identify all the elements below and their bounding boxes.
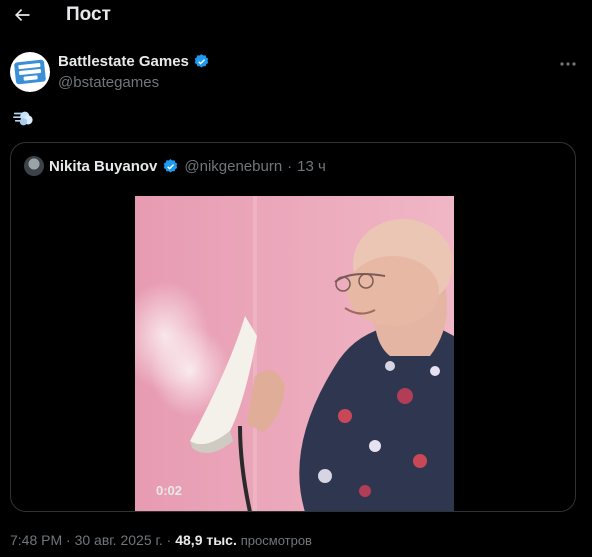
author-handle[interactable]: @bstategames: [58, 74, 159, 91]
arrow-left-icon: [15, 9, 30, 21]
post-meta: 7:48 PM · 30 авг. 2025 г. · 48,9 тыс. пр…: [10, 532, 312, 548]
more-horizontal-icon: [560, 62, 576, 66]
author-name-text: Battlestate Games: [58, 53, 189, 70]
video-thumbnail: [135, 196, 454, 511]
separator: ·: [166, 532, 172, 548]
battlestate-logo: [13, 59, 47, 85]
video-duration: 0:02: [156, 483, 183, 498]
verified-badge-icon: [194, 54, 209, 68]
quoted-author-handle: @nikgeneburn: [184, 157, 283, 175]
video-player[interactable]: 0:02: [135, 196, 454, 511]
views-count[interactable]: 48,9 тыс.: [175, 532, 237, 548]
more-options-button[interactable]: [556, 54, 580, 74]
author-name[interactable]: Battlestate Games: [58, 53, 210, 70]
quoted-author-name: Nikita Buyanov: [49, 157, 158, 175]
page-title: Пост: [66, 4, 111, 25]
verified-badge-icon: [164, 158, 178, 173]
views-label: просмотров: [240, 533, 312, 548]
quoted-author-avatar: [24, 156, 44, 176]
quoted-post-time: 13 ч: [297, 157, 326, 175]
dashing-away-emoji: [13, 111, 33, 126]
post-author: Battlestate Games @bstategames: [10, 52, 580, 94]
quoted-post-header: Nikita Buyanov @nikgeneburn · 13 ч: [24, 156, 326, 176]
separator: ·: [287, 157, 293, 175]
separator: ·: [66, 532, 71, 548]
post-date[interactable]: 30 авг. 2025 г.: [75, 532, 163, 548]
post-time[interactable]: 7:48 PM: [10, 532, 62, 548]
top-bar: Пост: [0, 0, 592, 30]
author-avatar[interactable]: [10, 52, 50, 92]
back-button[interactable]: [10, 3, 34, 27]
quoted-post[interactable]: Nikita Buyanov @nikgeneburn · 13 ч 0:02: [10, 142, 576, 512]
